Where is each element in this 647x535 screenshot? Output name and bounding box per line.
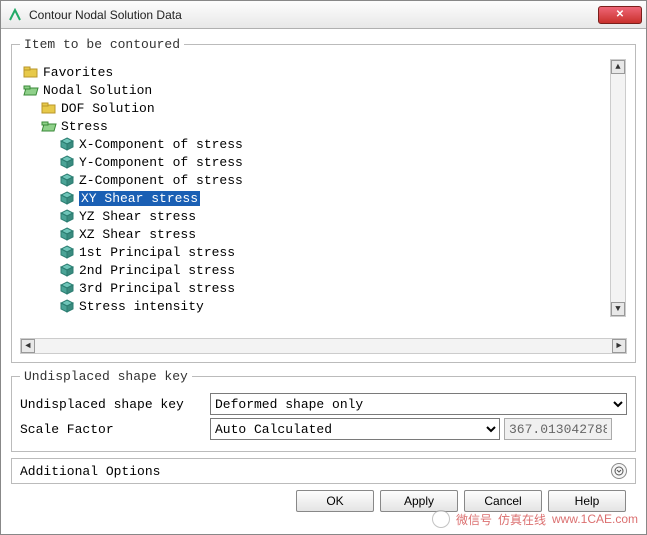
tree-item-stress-child[interactable]: 2nd Principal stress [23, 261, 608, 279]
tree-item-nodal-solution[interactable]: Nodal Solution [23, 81, 608, 99]
additional-options-bar[interactable]: Additional Options [11, 458, 636, 484]
contour-legend: Item to be contoured [20, 37, 184, 52]
cube-icon [59, 155, 75, 169]
vertical-scrollbar[interactable]: ▲ ▼ [610, 59, 626, 317]
tree-item-stress-child[interactable]: XY Shear stress [23, 189, 608, 207]
shape-legend: Undisplaced shape key [20, 369, 192, 384]
item-to-be-contoured-group: Item to be contoured Favorites Nodal Sol… [11, 37, 636, 363]
chevron-down-icon[interactable] [611, 463, 627, 479]
shape-key-row: Undisplaced shape key Deformed shape onl… [20, 393, 627, 415]
cube-icon [59, 191, 75, 205]
scale-factor-select[interactable]: Auto Calculated [210, 418, 500, 440]
scale-factor-row: Scale Factor Auto Calculated [20, 418, 627, 440]
tree-item-stress-child[interactable]: X-Component of stress [23, 135, 608, 153]
tree-label: X-Component of stress [79, 137, 243, 152]
tree-container: Favorites Nodal Solution DOF Soluti [20, 58, 627, 336]
tree-label: 2nd Principal stress [79, 263, 235, 278]
scroll-right-icon[interactable]: ► [612, 339, 626, 353]
titlebar: Contour Nodal Solution Data ✕ [1, 1, 646, 29]
cube-icon [59, 227, 75, 241]
scroll-left-icon[interactable]: ◄ [21, 339, 35, 353]
tree-item-stress-child[interactable]: XZ Shear stress [23, 225, 608, 243]
tree-label: YZ Shear stress [79, 209, 196, 224]
cube-icon [59, 137, 75, 151]
tree-label: Stress [61, 119, 108, 134]
wechat-icon [432, 510, 450, 528]
help-button[interactable]: Help [548, 490, 626, 512]
button-bar: OK Apply Cancel Help [11, 484, 636, 512]
tree-label: 3rd Principal stress [79, 281, 235, 296]
shape-key-label: Undisplaced shape key [20, 397, 210, 412]
scroll-track[interactable] [35, 339, 612, 353]
tree-label: XZ Shear stress [79, 227, 196, 242]
tree-item-stress-child[interactable]: 1st Principal stress [23, 243, 608, 261]
watermark-wx: 微信号 [456, 511, 492, 528]
cube-icon [59, 263, 75, 277]
tree-item-stress-child[interactable]: Z-Component of stress [23, 171, 608, 189]
close-button[interactable]: ✕ [598, 6, 642, 24]
scroll-up-icon[interactable]: ▲ [611, 60, 625, 74]
ok-button[interactable]: OK [296, 490, 374, 512]
undisplaced-shape-group: Undisplaced shape key Undisplaced shape … [11, 369, 636, 452]
cube-icon [59, 209, 75, 223]
tree-item-stress-child[interactable]: YZ Shear stress [23, 207, 608, 225]
scale-factor-label: Scale Factor [20, 422, 210, 437]
tree-item-stress[interactable]: Stress [23, 117, 608, 135]
folder-open-icon [41, 119, 57, 133]
additional-options-label: Additional Options [20, 464, 160, 479]
tree-label: Favorites [43, 65, 113, 80]
window-title: Contour Nodal Solution Data [29, 8, 598, 22]
tree-label: Stress intensity [79, 299, 204, 314]
folder-icon [23, 65, 39, 79]
folder-icon [41, 101, 57, 115]
dialog-body: Item to be contoured Favorites Nodal Sol… [1, 29, 646, 518]
cube-icon [59, 173, 75, 187]
tree-label: 1st Principal stress [79, 245, 235, 260]
scroll-track[interactable] [611, 74, 625, 302]
tree-label: Nodal Solution [43, 83, 152, 98]
cube-icon [59, 299, 75, 313]
tree-item-favorites[interactable]: Favorites [23, 63, 608, 81]
tree-item-stress-child[interactable]: Y-Component of stress [23, 153, 608, 171]
tree-label: Z-Component of stress [79, 173, 243, 188]
apply-button[interactable]: Apply [380, 490, 458, 512]
scale-factor-value [504, 418, 612, 440]
cube-icon [59, 245, 75, 259]
app-icon [7, 7, 23, 23]
dialog-window: Contour Nodal Solution Data ✕ Item to be… [0, 0, 647, 535]
watermark-brand: 仿真在线 [498, 511, 546, 528]
solution-tree[interactable]: Favorites Nodal Solution DOF Soluti [21, 59, 610, 317]
tree-item-dof-solution[interactable]: DOF Solution [23, 99, 608, 117]
scroll-down-icon[interactable]: ▼ [611, 302, 625, 316]
tree-item-stress-child[interactable]: Stress intensity [23, 297, 608, 315]
shape-key-select[interactable]: Deformed shape only [210, 393, 627, 415]
watermark-site: www.1CAE.com [552, 512, 638, 526]
tree-label: DOF Solution [61, 101, 155, 116]
horizontal-scrollbar[interactable]: ◄ ► [20, 338, 627, 354]
cancel-button[interactable]: Cancel [464, 490, 542, 512]
folder-open-icon [23, 83, 39, 97]
watermark: 微信号 仿真在线 www.1CAE.com [432, 510, 638, 528]
tree-label: XY Shear stress [79, 191, 200, 206]
cube-icon [59, 281, 75, 295]
tree-label: Y-Component of stress [79, 155, 243, 170]
tree-item-stress-child[interactable]: 3rd Principal stress [23, 279, 608, 297]
